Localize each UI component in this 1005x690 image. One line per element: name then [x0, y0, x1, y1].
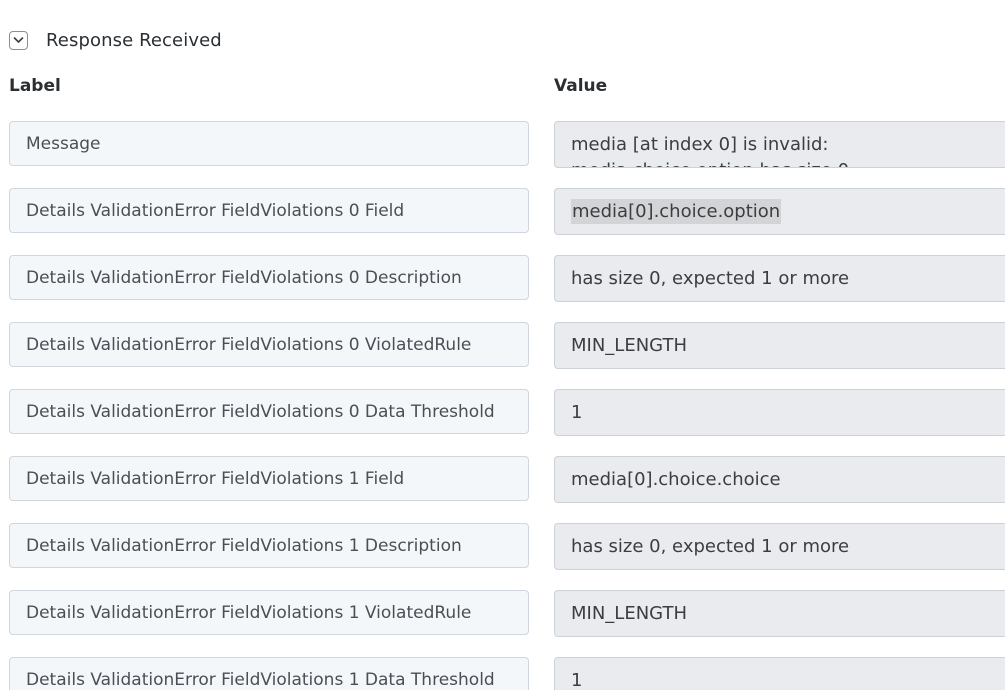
field-row-message: Message media [at index 0] is invalid: m… — [0, 121, 1005, 188]
field-row: Details ValidationError FieldViolations … — [0, 255, 1005, 322]
response-panel: Response Received Label Value Message me… — [0, 0, 1005, 690]
field-row: Details ValidationError FieldViolations … — [0, 322, 1005, 389]
label-field[interactable]: Message — [9, 121, 529, 166]
field-list: Message media [at index 0] is invalid: m… — [0, 121, 1005, 690]
value-field[interactable]: media [at index 0] is invalid: media.cho… — [554, 121, 1005, 168]
chevron-down-icon — [13, 37, 24, 43]
label-field[interactable]: Details ValidationError FieldViolations … — [9, 255, 529, 300]
value-field[interactable]: 1 — [554, 657, 1005, 690]
value-field[interactable]: 1 — [554, 389, 1005, 436]
value-field[interactable]: MIN_LENGTH — [554, 322, 1005, 369]
field-row: Details ValidationError FieldViolations … — [0, 657, 1005, 690]
value-field[interactable]: media[0].choice.option — [554, 188, 1005, 235]
value-field[interactable]: has size 0, expected 1 or more — [554, 523, 1005, 570]
selected-value-text: media[0].choice.option — [571, 199, 782, 224]
collapse-toggle-button[interactable] — [9, 30, 28, 50]
label-field[interactable]: Details ValidationError FieldViolations … — [9, 456, 529, 501]
section-header: Response Received — [9, 27, 222, 53]
value-field[interactable]: has size 0, expected 1 or more — [554, 255, 1005, 302]
field-row: Details ValidationError FieldViolations … — [0, 389, 1005, 456]
label-field[interactable]: Details ValidationError FieldViolations … — [9, 657, 529, 690]
label-field[interactable]: Details ValidationError FieldViolations … — [9, 389, 529, 434]
value-field[interactable]: MIN_LENGTH — [554, 590, 1005, 637]
field-row: Details ValidationError FieldViolations … — [0, 456, 1005, 523]
value-text: media [at index 0] is invalid: media.cho… — [571, 134, 849, 167]
label-column-header: Label — [9, 76, 61, 96]
value-field[interactable]: media[0].choice.choice — [554, 456, 1005, 503]
label-field[interactable]: Details ValidationError FieldViolations … — [9, 188, 529, 233]
section-title: Response Received — [46, 29, 222, 51]
label-field[interactable]: Details ValidationError FieldViolations … — [9, 322, 529, 367]
field-row: Details ValidationError FieldViolations … — [0, 590, 1005, 657]
label-field[interactable]: Details ValidationError FieldViolations … — [9, 523, 529, 568]
value-column-header: Value — [554, 76, 608, 96]
field-row: Details ValidationError FieldViolations … — [0, 188, 1005, 255]
label-field[interactable]: Details ValidationError FieldViolations … — [9, 590, 529, 635]
field-row: Details ValidationError FieldViolations … — [0, 523, 1005, 590]
